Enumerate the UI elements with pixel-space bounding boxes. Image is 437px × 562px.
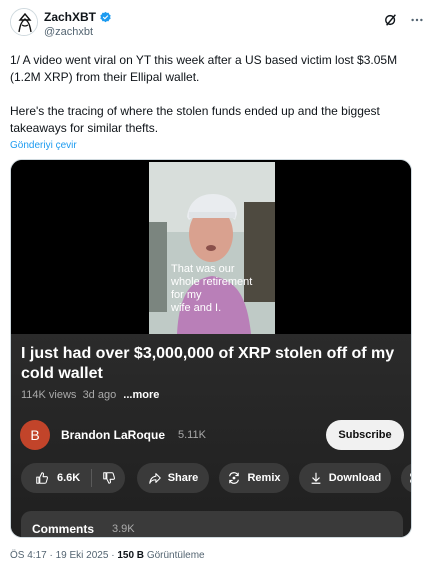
author-display-name[interactable]: ZachXBT: [44, 10, 96, 24]
tweet-paragraph: Here's the tracing of where the stolen f…: [10, 104, 380, 135]
grok-icon[interactable]: [383, 12, 399, 28]
video-player[interactable]: That was our whole retirement for my wif…: [11, 160, 411, 335]
subscriber-count: 5.11K: [178, 429, 206, 441]
thumbs-up-icon: [36, 472, 49, 484]
video-caption: That was our whole retirement for my wif…: [171, 263, 257, 315]
view-count-label: Görüntüleme: [146, 550, 205, 561]
post-time[interactable]: ÖS 4:17: [10, 550, 47, 561]
tweet-paragraph: 1/ A video went viral on YT this week af…: [10, 53, 398, 84]
share-button[interactable]: Share: [137, 463, 209, 493]
more-icon[interactable]: [409, 12, 425, 28]
download-icon: [311, 472, 321, 484]
youtube-embed-card[interactable]: That was our whole retirement for my wif…: [10, 159, 412, 538]
subscribe-button[interactable]: Subscribe: [326, 420, 404, 450]
like-button[interactable]: 6.6K: [21, 471, 91, 485]
channel-name[interactable]: Brandon LaRoque: [61, 428, 165, 442]
caption-line: That was our: [171, 263, 235, 275]
post-date[interactable]: 19 Eki 2025: [56, 550, 109, 561]
remix-label: Remix: [247, 472, 281, 484]
remix-icon: [229, 472, 240, 484]
share-arrow-icon: [148, 473, 161, 484]
verified-badge-icon: [100, 11, 111, 22]
footer-separator: ·: [111, 550, 115, 561]
detective-avatar-icon: [11, 9, 37, 35]
download-label: Download: [328, 472, 382, 484]
caption-line: whole retirement: [171, 276, 253, 288]
comments-section[interactable]: Comments 3.9K: [21, 511, 403, 537]
comments-label: Comments: [32, 522, 95, 536]
download-button[interactable]: Download: [299, 463, 391, 493]
scissors-icon: [410, 473, 411, 483]
youtube-info-panel: I just had over $3,000,000 of XRP stolen…: [11, 334, 411, 537]
author-handle[interactable]: @zachxbt: [44, 26, 93, 38]
video-meta: 114K views 3d ago ...more: [21, 389, 159, 401]
view-count: 114K views: [21, 389, 77, 401]
video-title[interactable]: I just had over $3,000,000 of XRP stolen…: [21, 344, 405, 384]
translate-post-link[interactable]: Gönderiyi çevir: [10, 140, 77, 151]
dislike-button[interactable]: [92, 471, 125, 485]
author-avatar[interactable]: [10, 8, 38, 36]
video-action-row: 6.6K Share Remix Download: [21, 463, 411, 493]
channel-avatar[interactable]: B: [20, 420, 50, 450]
comments-count: 3.9K: [112, 523, 135, 535]
upload-age: 3d ago: [82, 389, 117, 401]
remix-button[interactable]: Remix: [219, 463, 289, 493]
clip-button[interactable]: [401, 463, 411, 493]
tweet-footer: ÖS 4:17 · 19 Eki 2025 · 150 B Görüntülem…: [10, 550, 205, 561]
video-thumbnail[interactable]: That was our whole retirement for my wif…: [149, 162, 275, 334]
thumbs-down-icon: [102, 472, 115, 484]
more-description-link[interactable]: ...more: [123, 389, 159, 401]
footer-separator: ·: [49, 550, 53, 561]
caption-line: wife and I.: [171, 302, 222, 314]
view-count-number: 150 B: [117, 550, 145, 561]
like-count: 6.6K: [57, 472, 81, 484]
tweet-text: 1/ A video went viral on YT this week af…: [10, 52, 425, 154]
share-label: Share: [167, 472, 199, 484]
tweet-header: ZachXBT @zachxbt: [10, 8, 427, 42]
like-dislike-group: 6.6K: [21, 463, 125, 493]
caption-line: for my: [171, 289, 202, 301]
